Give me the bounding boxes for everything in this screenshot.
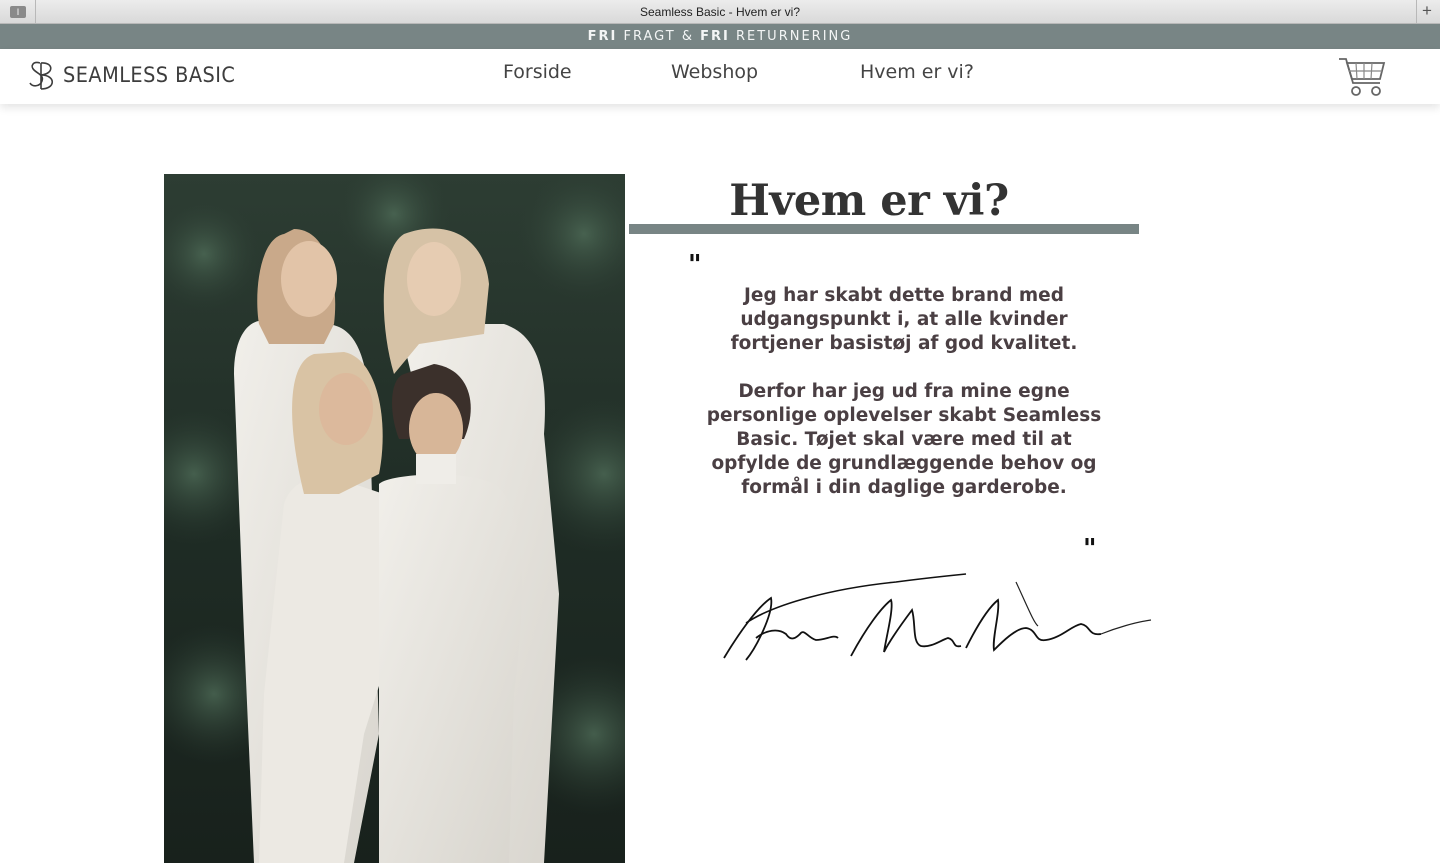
- promo-word-fri: FRI: [587, 29, 618, 44]
- logo-link[interactable]: SEAMLESS BASIC: [28, 57, 250, 93]
- heading-underline: [629, 224, 1139, 234]
- logo-text: SEAMLESS BASIC: [63, 63, 236, 87]
- promo-word-fri-2: FRI: [700, 29, 730, 44]
- promo-text: FRI FRAGT & FRI RETURNERING: [0, 29, 1440, 44]
- nav-webshop[interactable]: Webshop: [671, 61, 758, 83]
- shopping-cart-icon[interactable]: [1336, 53, 1388, 99]
- promo-text-fragt: FRAGT &: [617, 29, 701, 44]
- plus-icon: +: [1422, 1, 1432, 20]
- new-tab-button[interactable]: +: [1416, 0, 1440, 24]
- browser-titlebar: I Seamless Basic - Hvem er vi? +: [0, 0, 1440, 24]
- hero-photo: [164, 174, 625, 863]
- page-heading: Hvem er vi?: [729, 176, 1009, 226]
- quote-paragraph-1: Jeg har skabt dette brand med udgangspun…: [730, 285, 1078, 354]
- quote-paragraph-2: Derfor har jeg ud fra mine egne personli…: [706, 381, 1102, 498]
- close-quote-icon: ": [1083, 534, 1097, 564]
- signature-image: [723, 573, 1152, 661]
- nav-forside[interactable]: Forside: [503, 61, 572, 83]
- open-quote-icon: ": [688, 250, 702, 280]
- site-header: SEAMLESS BASIC Forside Webshop Hvem er v…: [0, 49, 1440, 104]
- promo-banner: FRI FRAGT & FRI RETURNERING: [0, 24, 1440, 49]
- founder-quote: Jeg har skabt dette brand med udgangspun…: [704, 284, 1104, 500]
- logo-monogram-icon: [29, 61, 54, 90]
- nav-hvem-er-vi[interactable]: Hvem er vi?: [860, 61, 974, 83]
- window-title: Seamless Basic - Hvem er vi?: [639, 5, 801, 19]
- promo-text-returnering: RETURNERING: [729, 29, 853, 44]
